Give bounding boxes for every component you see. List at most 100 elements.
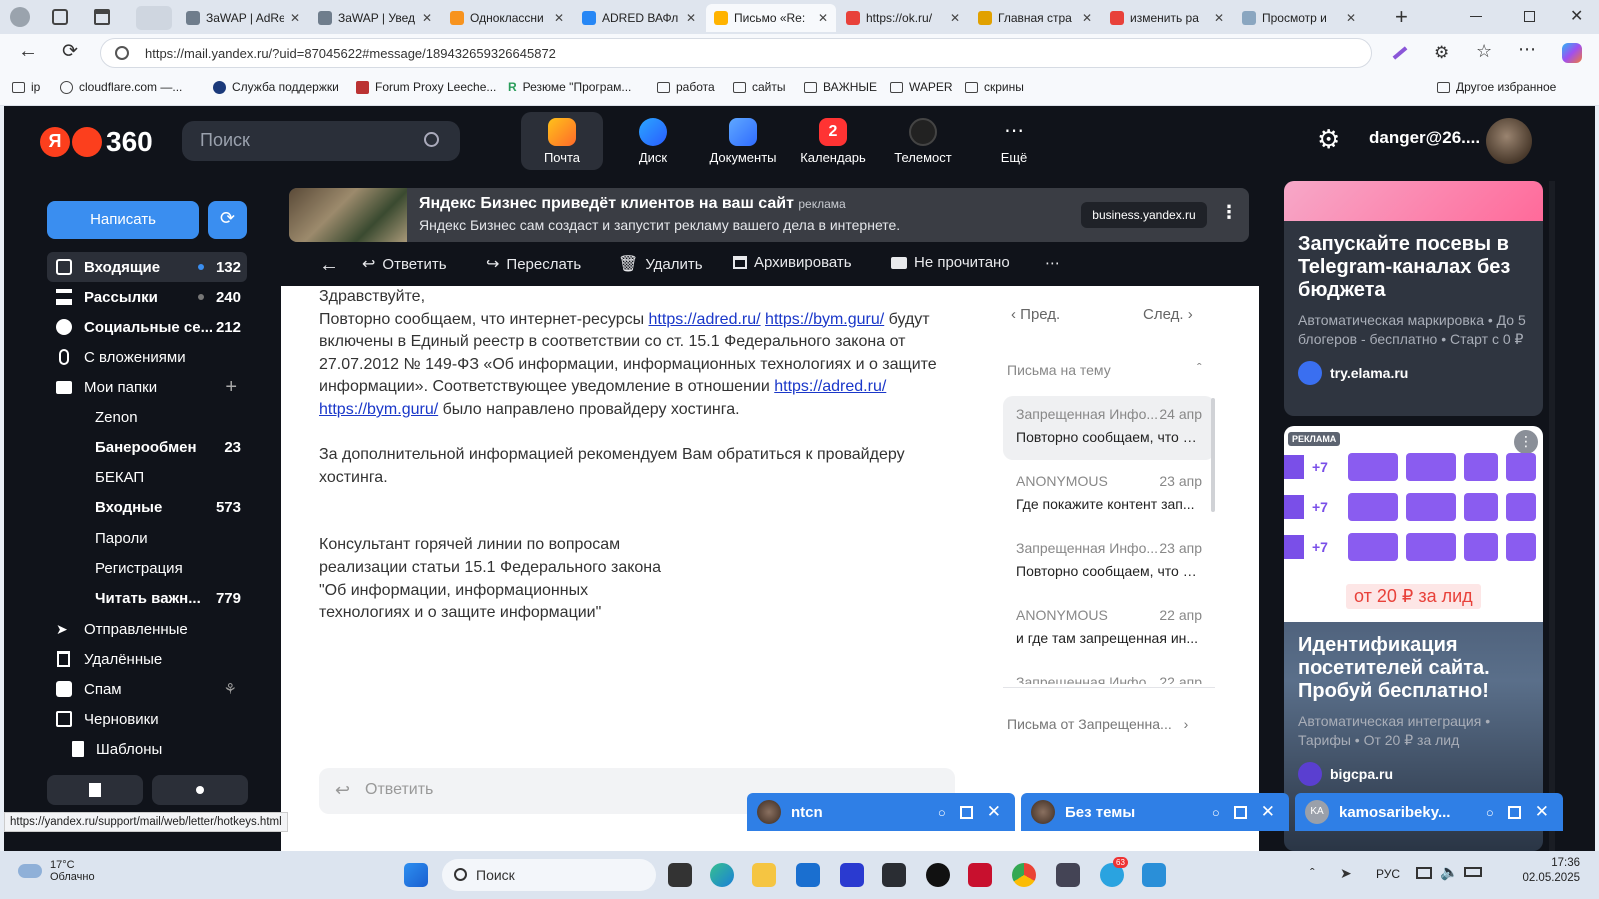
- folder-passwords[interactable]: Пароли: [47, 523, 247, 553]
- bookmark-ip[interactable]: ip: [12, 80, 40, 94]
- link-adred[interactable]: https://adred.ru/: [649, 311, 761, 328]
- shield-icon[interactable]: [1056, 863, 1080, 887]
- folder-incoming[interactable]: Входные 573: [47, 492, 247, 522]
- ad-card-domain[interactable]: try.elama.ru: [1298, 361, 1529, 385]
- user-email[interactable]: danger@26....: [1369, 128, 1480, 148]
- folder-inbox[interactable]: Входящие 132: [47, 252, 247, 282]
- folder-zenon[interactable]: Zenon: [47, 402, 247, 432]
- clean-spam-icon[interactable]: ⚘: [224, 680, 237, 698]
- search-input[interactable]: Поиск: [182, 121, 460, 161]
- chat-ntcn[interactable]: ntcn ○ ✕: [747, 793, 1015, 831]
- close-icon[interactable]: ✕: [422, 11, 432, 25]
- tab-6[interactable]: Главная стра ✕: [970, 4, 1100, 32]
- folder-read-important[interactable]: Читать важн... 779: [47, 583, 247, 613]
- back-button[interactable]: ←: [319, 254, 346, 277]
- site-info-icon[interactable]: [115, 46, 129, 60]
- battery-icon[interactable]: [1464, 867, 1482, 877]
- thread-item[interactable]: Запрещенная Инфо... 23 апр Повторно сообща…: [1003, 530, 1215, 594]
- close-icon[interactable]: ✕: [1261, 802, 1275, 822]
- new-tab-icon[interactable]: +: [1395, 4, 1408, 30]
- tab-5[interactable]: https://ok.ru/✕: [838, 4, 968, 32]
- chrome-icon[interactable]: [1012, 863, 1036, 887]
- service-calendar[interactable]: 2 Календарь: [792, 112, 874, 170]
- bookmark-important[interactable]: ВАЖНЫЕ: [804, 80, 877, 94]
- expand-icon[interactable]: [1507, 805, 1521, 819]
- ad-banner[interactable]: Яндекс Бизнес приведёт клиентов на ваш с…: [289, 188, 1249, 242]
- notepad-icon[interactable]: [1142, 863, 1166, 887]
- pen-icon[interactable]: [1392, 46, 1408, 60]
- folder-newsletters[interactable]: Рассылки 240: [47, 282, 247, 312]
- tiktok-icon[interactable]: [926, 863, 950, 887]
- expand-icon[interactable]: [1233, 805, 1247, 819]
- reply-button[interactable]: ↩ Ответить: [362, 254, 447, 274]
- link-bym[interactable]: https://bym.guru/: [765, 311, 884, 328]
- network-icon[interactable]: [1416, 867, 1432, 879]
- folder-attachments[interactable]: С вложениями: [47, 342, 247, 372]
- explorer-icon[interactable]: [752, 863, 776, 887]
- thread-item[interactable]: Запрещенная Инфо... 24 апр Повторно сообща…: [1003, 396, 1215, 460]
- ad-domain-button[interactable]: business.yandex.ru: [1081, 202, 1207, 228]
- settings-icon[interactable]: ⚙: [1317, 124, 1340, 155]
- mark-unread-button[interactable]: Не прочитано: [891, 254, 1010, 271]
- ad-menu-icon[interactable]: ⋮: [1514, 430, 1538, 454]
- task-view-icon[interactable]: [668, 863, 692, 887]
- weather-widget[interactable]: 17°C Облачно: [18, 859, 95, 883]
- delete-button[interactable]: 🗑 Удалить: [618, 254, 703, 274]
- tab-8[interactable]: Просмотр и ✕: [1234, 4, 1364, 32]
- restore-icon[interactable]: [1524, 11, 1535, 22]
- search-icon[interactable]: [424, 132, 439, 147]
- service-more[interactable]: ⋯ Ещё: [973, 112, 1055, 170]
- avatar[interactable]: [1486, 118, 1532, 164]
- workspaces-icon[interactable]: [52, 9, 68, 25]
- close-icon[interactable]: ✕: [554, 11, 564, 25]
- url-input[interactable]: https://mail.yandex.ru/?uid=87045622#mes…: [100, 38, 1372, 68]
- edge-icon[interactable]: [710, 863, 734, 887]
- clock[interactable]: 17:36 02.05.2025: [1504, 857, 1580, 884]
- compose-button[interactable]: Написать: [47, 201, 199, 239]
- ad-menu-icon[interactable]: ⋮: [1220, 202, 1238, 223]
- taskbar-search[interactable]: Поиск: [442, 859, 656, 891]
- bookmark-waper[interactable]: WAPER: [890, 80, 953, 94]
- archive-button[interactable]: Архивировать: [733, 254, 852, 271]
- ad-card-bigcpa[interactable]: РЕКЛАМА ⋮ +7 +7 +7 от 20 ₽ за лид Иденти…: [1284, 426, 1543, 851]
- service-disk[interactable]: Диск: [612, 112, 694, 170]
- letters-from-link[interactable]: Письма от Запрещенна... ›: [1007, 716, 1188, 732]
- status-button[interactable]: [152, 775, 248, 805]
- close-icon[interactable]: ✕: [1346, 11, 1356, 25]
- thread-item[interactable]: Запрещенная Инфо... 22 апр: [1003, 664, 1215, 684]
- more-icon[interactable]: ⋯: [1518, 39, 1536, 60]
- close-icon[interactable]: ✕: [1535, 802, 1549, 822]
- tab-4-active[interactable]: Письмо «Re: ✕: [706, 4, 836, 32]
- folder-deleted[interactable]: Удалённые: [47, 644, 247, 674]
- pinned-tab[interactable]: [136, 6, 172, 30]
- folder-spam[interactable]: Спам ⚘: [47, 674, 247, 704]
- telegram-icon[interactable]: 63: [1100, 857, 1128, 887]
- folder-drafts[interactable]: Черновики: [47, 704, 247, 734]
- folder-bannerexchange[interactable]: Банерообмен 23: [47, 432, 247, 462]
- bookmark-sites[interactable]: сайты: [733, 80, 786, 94]
- link-bym[interactable]: https://bym.guru/: [319, 401, 438, 418]
- volume-icon[interactable]: 🔈: [1440, 863, 1459, 881]
- back-icon[interactable]: ←: [18, 40, 38, 63]
- extensions-icon[interactable]: ⚙: [1434, 43, 1449, 63]
- bookmark-cloudflare[interactable]: cloudflare.com —...: [60, 80, 182, 94]
- terminal-icon[interactable]: [882, 863, 906, 887]
- close-icon[interactable]: ✕: [987, 802, 1001, 822]
- reload-icon[interactable]: ⟳: [62, 40, 78, 63]
- bookmark-screens[interactable]: скрины: [965, 80, 1024, 94]
- close-icon[interactable]: ✕: [290, 11, 300, 25]
- location-icon[interactable]: ➤: [1340, 865, 1352, 882]
- bookmarks-button[interactable]: [47, 775, 143, 805]
- folder-templates[interactable]: Шаблоны: [47, 734, 247, 764]
- service-mail[interactable]: Почта: [521, 112, 603, 170]
- copilot-icon[interactable]: [1562, 43, 1582, 63]
- folder-social[interactable]: Социальные се... 212: [47, 312, 247, 342]
- thread-item[interactable]: ANONYMOUS 23 апр Где покажите контент зап.…: [1003, 463, 1215, 527]
- thread-title[interactable]: Письма на тему ˆ: [1007, 360, 1202, 378]
- close-icon[interactable]: ✕: [818, 11, 828, 25]
- profile-icon[interactable]: [10, 7, 30, 27]
- folder-sent[interactable]: ➤ Отправленные: [47, 614, 247, 644]
- bookmark-support[interactable]: Служба поддержки: [213, 80, 339, 94]
- close-window-icon[interactable]: ✕: [1570, 6, 1583, 26]
- folder-my-folders[interactable]: Мои папки +: [47, 372, 247, 402]
